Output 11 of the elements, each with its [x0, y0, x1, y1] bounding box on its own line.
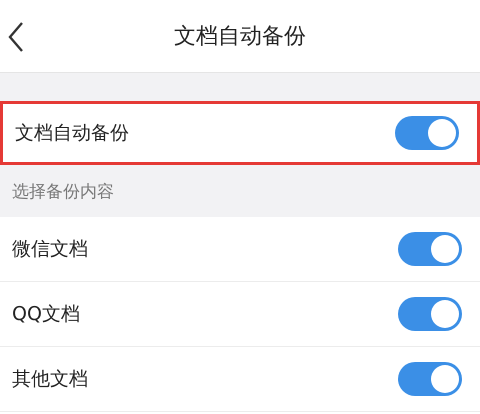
setting-label: 文档自动备份	[15, 121, 129, 146]
toggle-switch[interactable]	[395, 116, 459, 150]
setting-label: QQ文档	[12, 302, 80, 327]
toggle-switch[interactable]	[398, 362, 462, 396]
setting-label: 其他文档	[12, 367, 88, 392]
toggle-switch[interactable]	[398, 232, 462, 266]
page-title: 文档自动备份	[174, 23, 306, 51]
setting-label: 微信文档	[12, 237, 88, 262]
section-title: 选择备份内容	[12, 180, 114, 202]
toggle-switch[interactable]	[398, 297, 462, 331]
back-icon[interactable]	[8, 22, 24, 52]
